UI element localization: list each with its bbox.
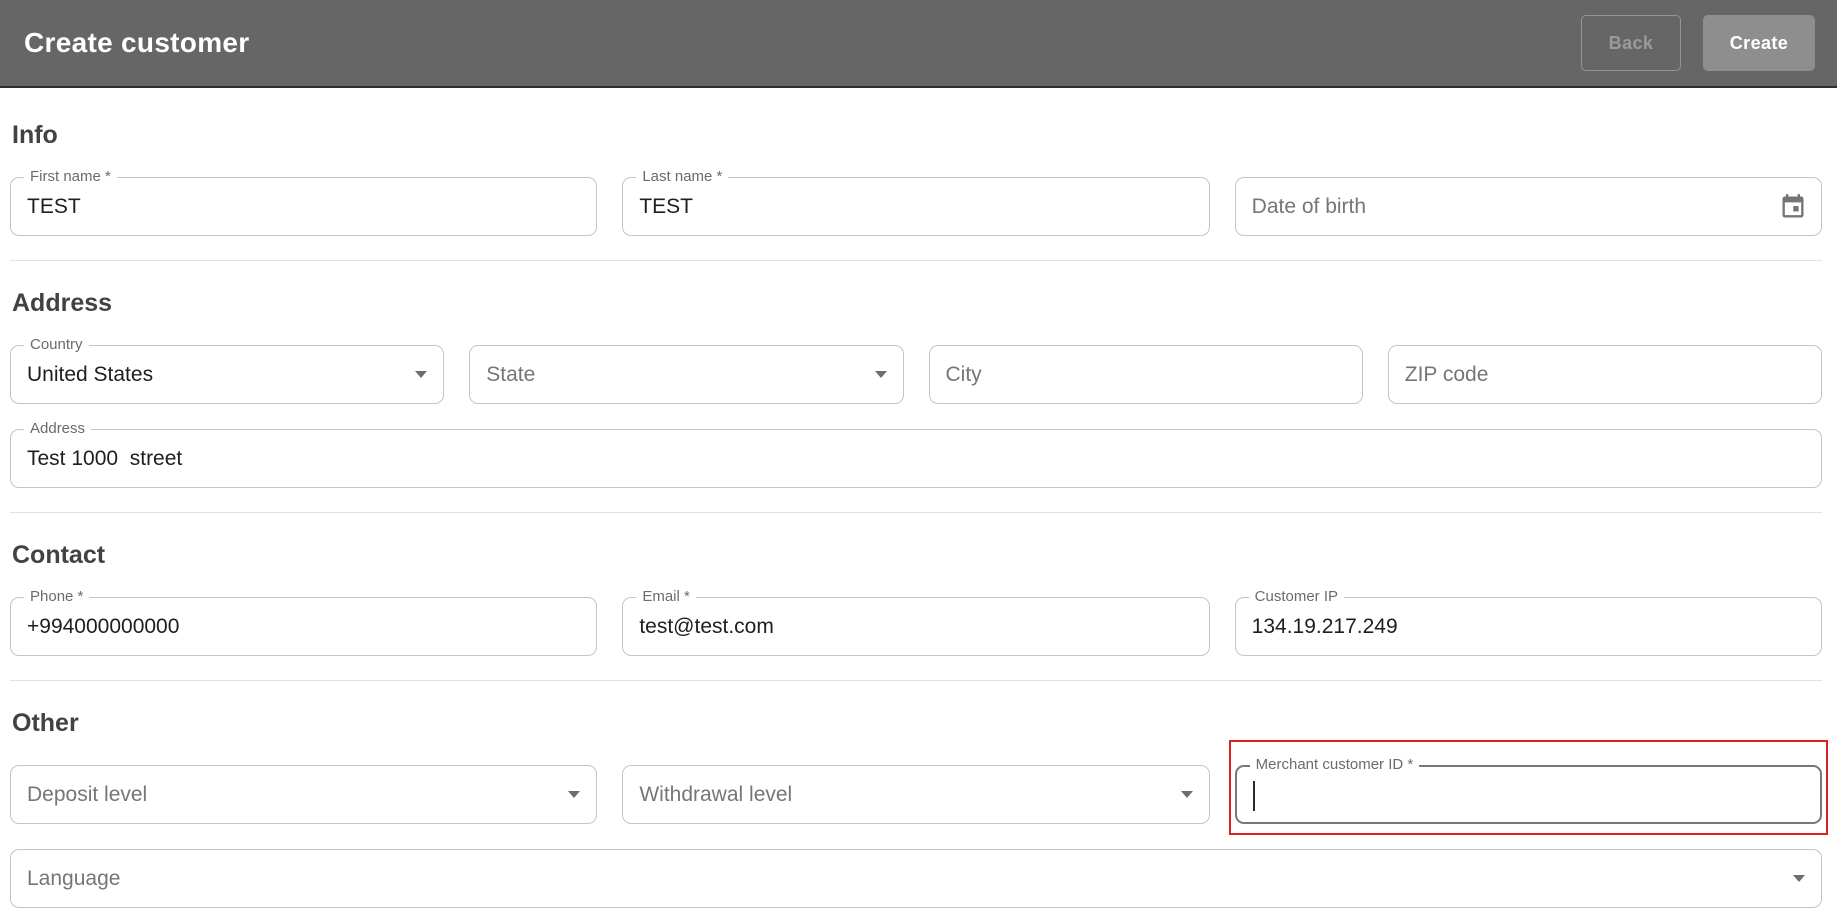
- caret-down-icon: [1181, 791, 1193, 798]
- street-address-input[interactable]: [11, 430, 1821, 487]
- caret-down-icon: [568, 791, 580, 798]
- zip-code-input[interactable]: [1389, 346, 1821, 403]
- calendar-icon[interactable]: [1779, 193, 1807, 221]
- zip-code-field: [1388, 345, 1822, 404]
- merchant-customer-id-label: Merchant customer ID *: [1250, 756, 1420, 774]
- email-label: Email *: [636, 588, 696, 606]
- info-heading: Info: [12, 121, 1822, 150]
- date-of-birth-input[interactable]: [1236, 178, 1779, 235]
- section-divider: [10, 260, 1822, 261]
- page-title: Create customer: [24, 27, 249, 59]
- last-name-field: Last name *: [622, 177, 1209, 236]
- customer-ip-input[interactable]: [1236, 598, 1821, 655]
- info-fields-row: First name * Last name *: [10, 177, 1822, 236]
- section-info: Info First name * Last name *: [10, 121, 1822, 261]
- header-actions: Back Create: [1581, 15, 1815, 71]
- caret-down-icon: [1793, 875, 1805, 882]
- street-address-label: Address: [24, 420, 91, 438]
- withdrawal-level-select[interactable]: Withdrawal level: [622, 765, 1209, 824]
- caret-down-icon: [415, 371, 427, 378]
- country-select[interactable]: Country United States: [10, 345, 444, 404]
- contact-fields-row: Phone * Email * Customer IP: [10, 597, 1822, 656]
- phone-field: Phone *: [10, 597, 597, 656]
- phone-label: Phone *: [24, 588, 89, 606]
- section-divider: [10, 512, 1822, 513]
- contact-heading: Contact: [12, 541, 1822, 570]
- city-field: [929, 345, 1363, 404]
- first-name-label: First name *: [24, 168, 117, 186]
- section-address: Address Country United States State: [10, 289, 1822, 513]
- language-placeholder: Language: [11, 867, 1793, 891]
- email-field: Email *: [622, 597, 1209, 656]
- first-name-field: First name *: [10, 177, 597, 236]
- customer-ip-label: Customer IP: [1249, 588, 1344, 606]
- text-cursor: [1253, 781, 1255, 811]
- withdrawal-level-placeholder: Withdrawal level: [623, 783, 1180, 807]
- create-customer-form: Info First name * Last name *: [0, 121, 1837, 908]
- section-contact: Contact Phone * Email * Customer IP: [10, 541, 1822, 681]
- email-input[interactable]: [623, 598, 1208, 655]
- state-placeholder: State: [470, 363, 874, 387]
- country-label: Country: [24, 336, 89, 354]
- country-value: United States: [11, 363, 415, 387]
- create-button[interactable]: Create: [1703, 15, 1815, 71]
- date-of-birth-field: [1235, 177, 1822, 236]
- customer-ip-field: Customer IP: [1235, 597, 1822, 656]
- language-select[interactable]: Language: [10, 849, 1822, 908]
- street-row: Address: [10, 429, 1822, 488]
- other-fields-row: Deposit level Withdrawal level Merchant …: [10, 765, 1822, 824]
- header-bar: Create customer Back Create: [0, 0, 1837, 88]
- state-select[interactable]: State: [469, 345, 903, 404]
- language-row: Language: [10, 849, 1822, 908]
- phone-input[interactable]: [11, 598, 596, 655]
- city-input[interactable]: [930, 346, 1362, 403]
- section-other: Other Deposit level Withdrawal level Mer…: [10, 709, 1822, 908]
- first-name-input[interactable]: [11, 178, 596, 235]
- deposit-level-select[interactable]: Deposit level: [10, 765, 597, 824]
- merchant-customer-id-field: Merchant customer ID *: [1235, 765, 1822, 824]
- deposit-level-placeholder: Deposit level: [11, 783, 568, 807]
- address-fields-row: Country United States State: [10, 345, 1822, 404]
- section-divider: [10, 680, 1822, 681]
- caret-down-icon: [875, 371, 887, 378]
- other-heading: Other: [12, 709, 1822, 738]
- merchant-customer-id-input[interactable]: [1237, 767, 1820, 822]
- street-address-field: Address: [10, 429, 1822, 488]
- back-button[interactable]: Back: [1581, 15, 1681, 71]
- last-name-label: Last name *: [636, 168, 728, 186]
- address-heading: Address: [12, 289, 1822, 318]
- last-name-input[interactable]: [623, 178, 1208, 235]
